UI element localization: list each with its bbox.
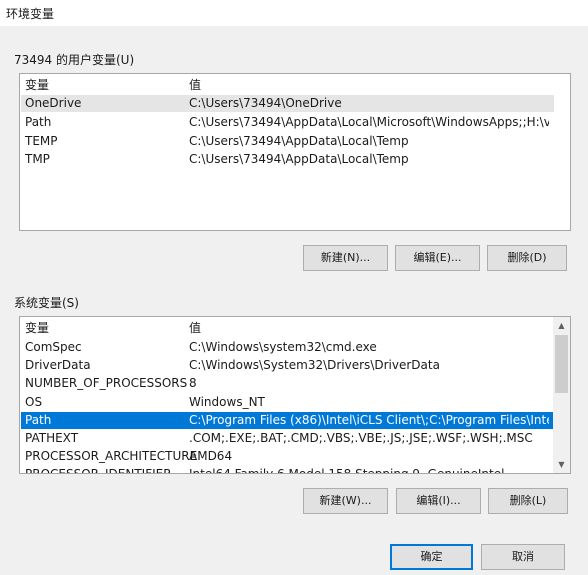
- var-value: C:\Program Files (x86)\Intel\iCLS Client…: [189, 413, 549, 427]
- var-value: Intel64 Family 6 Model 158 Stepping 9, G…: [189, 467, 505, 474]
- user-vars-header: 变量 值: [21, 77, 569, 94]
- column-header-name[interactable]: 变量: [25, 77, 49, 94]
- var-value: 8: [189, 376, 197, 390]
- system-var-row-processor-identifier[interactable]: PROCESSOR_IDENTIFIER Intel64 Family 6 Mo…: [21, 466, 554, 474]
- system-new-button[interactable]: 新建(W)...: [303, 488, 388, 514]
- cancel-button[interactable]: 取消: [481, 544, 565, 570]
- scroll-up-arrow-icon[interactable]: ▲: [553, 317, 570, 334]
- var-value: C:\Users\73494\AppData\Local\Temp: [189, 152, 409, 166]
- window-title: 环境变量: [6, 7, 55, 21]
- ok-button[interactable]: 确定: [390, 544, 473, 570]
- user-var-row-onedrive[interactable]: OneDrive C:\Users\73494\OneDrive: [21, 95, 554, 112]
- system-var-row-comspec[interactable]: ComSpec C:\Windows\system32\cmd.exe: [21, 339, 554, 356]
- user-edit-button[interactable]: 编辑(E)...: [395, 245, 480, 271]
- user-delete-button[interactable]: 删除(D): [487, 245, 567, 271]
- var-name: TMP: [25, 152, 50, 166]
- var-value: Windows_NT: [189, 395, 265, 409]
- column-header-name[interactable]: 变量: [25, 320, 49, 337]
- var-name: PROCESSOR_ARCHITECTURE: [25, 449, 198, 463]
- var-name: PATHEXT: [25, 431, 79, 445]
- var-name: PROCESSOR_IDENTIFIER: [25, 467, 172, 474]
- var-name: NUMBER_OF_PROCESSORS: [25, 376, 188, 390]
- user-var-row-tmp[interactable]: TMP C:\Users\73494\AppData\Local\Temp: [21, 151, 554, 168]
- var-name: OS: [25, 395, 43, 409]
- var-value: C:\Users\73494\OneDrive: [189, 96, 342, 110]
- scroll-down-arrow-icon[interactable]: ▼: [553, 456, 570, 473]
- var-value: C:\Windows\System32\Drivers\DriverData: [189, 358, 440, 372]
- var-name: ComSpec: [25, 340, 82, 354]
- title-bar: 环境变量: [0, 0, 588, 26]
- system-edit-button[interactable]: 编辑(I)...: [396, 488, 481, 514]
- var-value: C:\Users\73494\AppData\Local\Temp: [189, 134, 409, 148]
- user-var-row-temp[interactable]: TEMP C:\Users\73494\AppData\Local\Temp: [21, 133, 554, 150]
- system-var-row-processor-architecture[interactable]: PROCESSOR_ARCHITECTURE AMD64: [21, 448, 554, 465]
- system-var-row-number-of-processors[interactable]: NUMBER_OF_PROCESSORS 8: [21, 375, 554, 392]
- column-header-value[interactable]: 值: [189, 320, 201, 337]
- var-name: Path: [25, 115, 52, 129]
- system-var-row-driverdata[interactable]: DriverData C:\Windows\System32\Drivers\D…: [21, 357, 554, 374]
- system-var-row-pathext[interactable]: PATHEXT .COM;.EXE;.BAT;.CMD;.VBS;.VBE;.J…: [21, 430, 554, 447]
- var-value: C:\Windows\system32\cmd.exe: [189, 340, 377, 354]
- user-vars-label: 73494 的用户变量(U): [14, 53, 135, 67]
- var-value: AMD64: [189, 449, 233, 463]
- user-var-row-path[interactable]: Path C:\Users\73494\AppData\Local\Micros…: [21, 114, 554, 131]
- system-vars-list[interactable]: 变量 值 ComSpec C:\Windows\system32\cmd.exe…: [19, 316, 571, 474]
- user-vars-list[interactable]: 变量 值 OneDrive C:\Users\73494\OneDrive Pa…: [19, 73, 571, 231]
- system-delete-button[interactable]: 删除(L): [488, 488, 568, 514]
- var-value: C:\Users\73494\AppData\Local\Microsoft\W…: [189, 115, 549, 129]
- var-name: TEMP: [25, 134, 58, 148]
- var-value: .COM;.EXE;.BAT;.CMD;.VBS;.VBE;.JS;.JSE;.…: [189, 431, 533, 445]
- column-header-value[interactable]: 值: [189, 77, 201, 94]
- user-new-button[interactable]: 新建(N)...: [303, 245, 388, 271]
- system-vars-scrollbar[interactable]: ▲ ▼: [553, 317, 570, 473]
- system-var-row-path[interactable]: Path C:\Program Files (x86)\Intel\iCLS C…: [21, 412, 554, 429]
- var-name: DriverData: [25, 358, 91, 372]
- system-vars-header: 变量 值: [21, 320, 551, 337]
- var-name: OneDrive: [25, 96, 82, 110]
- var-name: Path: [25, 413, 52, 427]
- system-var-row-os[interactable]: OS Windows_NT: [21, 394, 554, 411]
- scrollbar-thumb[interactable]: [555, 335, 568, 393]
- system-vars-label: 系统变量(S): [14, 296, 79, 310]
